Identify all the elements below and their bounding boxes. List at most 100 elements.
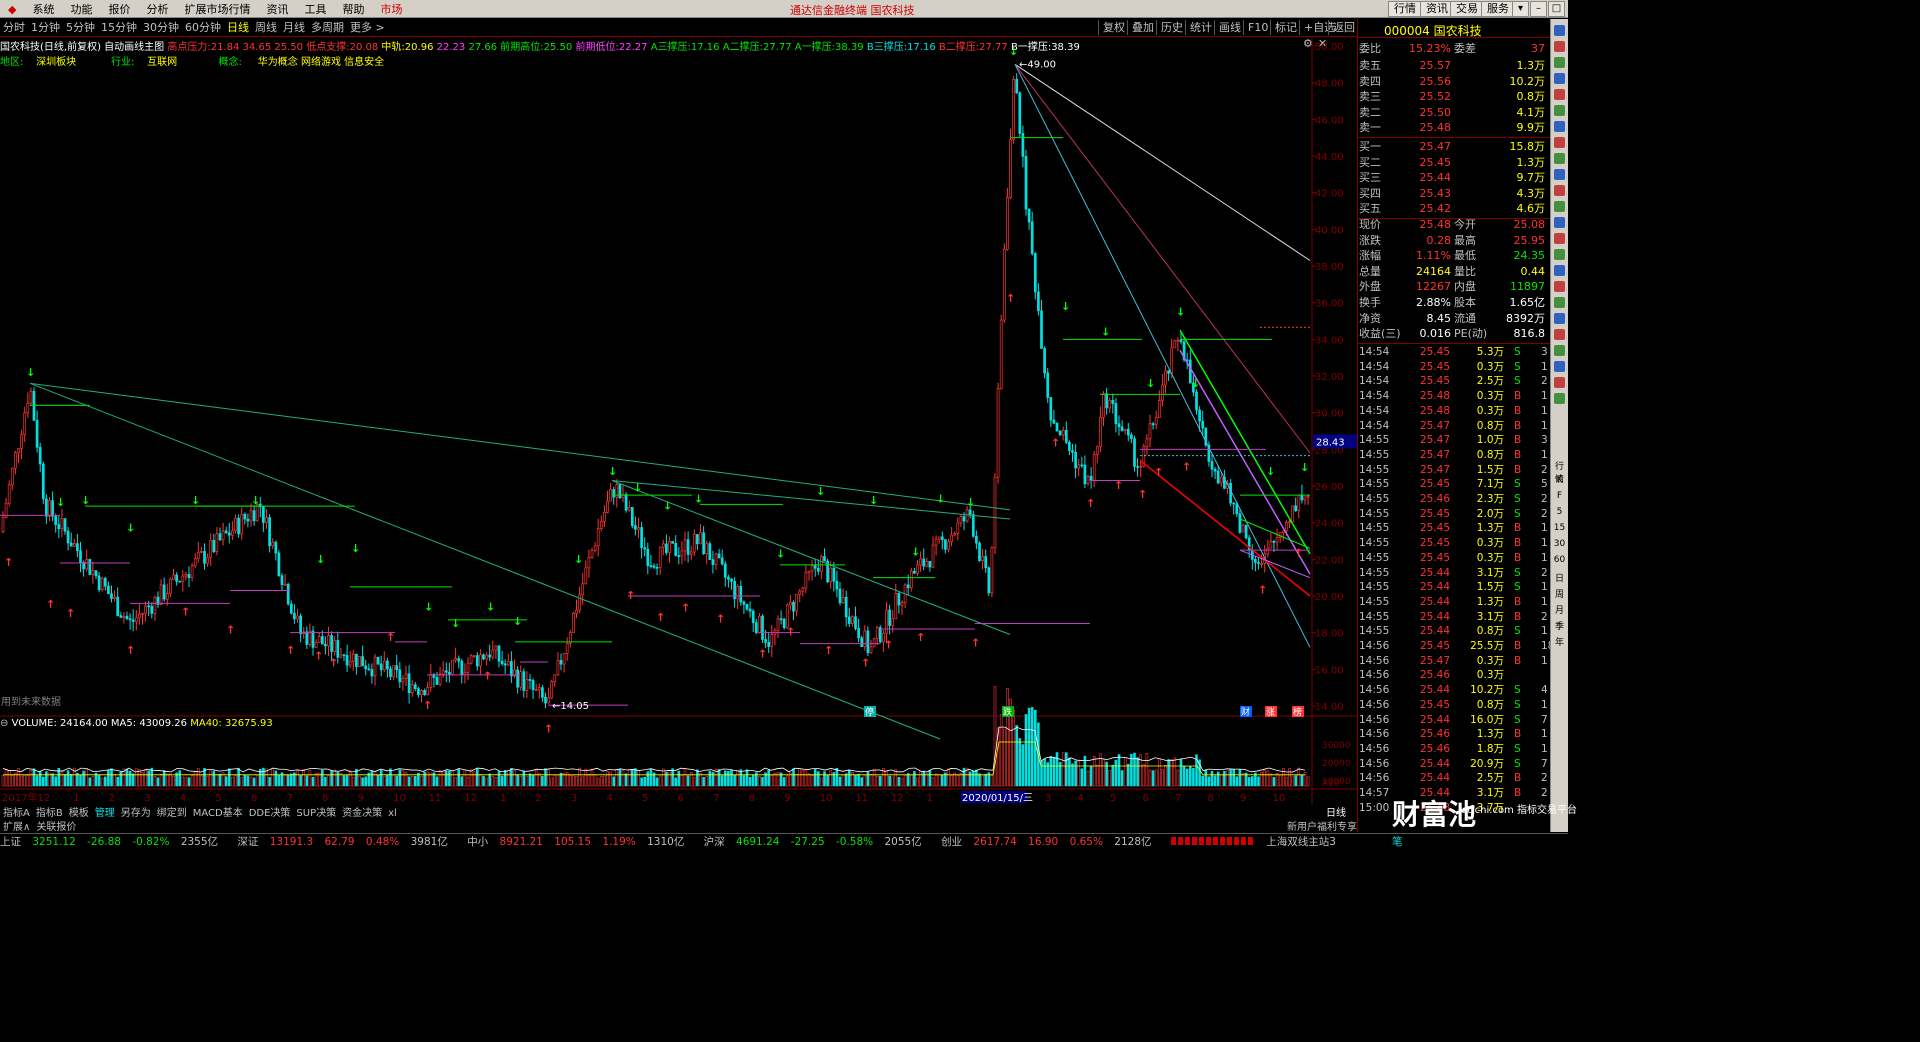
period-monthly[interactable]: 月线	[280, 19, 308, 37]
strip-tool-icon[interactable]	[1554, 121, 1565, 132]
server-name[interactable]: 上海双线主站3	[1266, 834, 1336, 850]
tab-save-as[interactable]: 另存为	[118, 804, 154, 819]
strip-tool-icon[interactable]	[1554, 73, 1565, 84]
strip-tool-icon[interactable]	[1554, 169, 1565, 180]
period-more[interactable]: 更多 >	[347, 19, 388, 37]
ask-row[interactable]: 卖一 25.48 9.9万	[1358, 120, 1551, 136]
strip-tool-icon[interactable]	[1554, 105, 1565, 116]
strip-tool-icon[interactable]	[1554, 201, 1565, 212]
period-60min[interactable]: 60分钟	[182, 19, 224, 37]
menu-item-quote[interactable]: 报价	[100, 0, 138, 17]
stats-button[interactable]: 统计	[1185, 20, 1216, 35]
ask-row[interactable]: 卖二 25.50 4.1万	[1358, 105, 1551, 121]
strip-tool-icon[interactable]	[1554, 217, 1565, 228]
tab-expand[interactable]: 扩展∧	[0, 822, 33, 833]
tab-related-quotes[interactable]: 关联报价	[33, 822, 79, 833]
strip-tool-icon[interactable]	[1554, 249, 1565, 260]
period-1min[interactable]: 1分钟	[28, 19, 63, 37]
bid-row[interactable]: 买一 25.47 15.8万	[1358, 139, 1551, 155]
ask-row[interactable]: 卖三 25.52 0.8万	[1358, 89, 1551, 105]
period-tag[interactable]: 日线	[1326, 804, 1346, 819]
period-daily[interactable]: 日线	[224, 19, 252, 37]
strip-tool-icon[interactable]	[1554, 361, 1565, 372]
minimize-icon[interactable]: –	[1530, 1, 1547, 17]
ask-row[interactable]: 卖四 25.56 10.2万	[1358, 74, 1551, 90]
strip-tool-icon[interactable]	[1554, 233, 1565, 244]
bid-row[interactable]: 买五 25.42 4.6万	[1358, 201, 1551, 217]
strip-tool-icon[interactable]	[1554, 57, 1565, 68]
maximize-icon[interactable]: □	[1548, 1, 1565, 17]
tab-indicator-b[interactable]: 指标B	[33, 804, 66, 819]
overlay-button[interactable]: 叠加	[1127, 20, 1158, 35]
tab-capital[interactable]: 资金决策	[339, 804, 385, 819]
strip-item[interactable]: 15	[1551, 523, 1568, 533]
strip-tool-icon[interactable]	[1554, 329, 1565, 340]
strip-tool-icon[interactable]	[1554, 377, 1565, 388]
menu-item-system[interactable]: 系统	[24, 0, 62, 17]
tab-manage[interactable]: 管理	[92, 804, 118, 819]
index-cy[interactable]: 创业 2617.74 16.90 0.65% 2128亿	[941, 834, 1159, 850]
strip-item[interactable]: 日	[1551, 571, 1568, 584]
tab-dde[interactable]: DDE决策	[246, 804, 294, 819]
app-logo-icon[interactable]: ◆	[0, 0, 24, 17]
back-button[interactable]: 返回	[1328, 20, 1359, 35]
strip-item[interactable]: K	[1551, 475, 1568, 485]
strip-tool-icon[interactable]	[1554, 137, 1565, 148]
strip-tool-icon[interactable]	[1554, 41, 1565, 52]
mark-button[interactable]: 标记	[1270, 20, 1301, 35]
strip-tool-icon[interactable]	[1554, 345, 1565, 356]
menu-item-tools[interactable]: 工具	[296, 0, 334, 17]
strip-item[interactable]: 60	[1551, 555, 1568, 565]
period-5min[interactable]: 5分钟	[63, 19, 98, 37]
index-zx[interactable]: 中小 8921.21 105.15 1.19% 1310亿	[467, 834, 692, 850]
fuquan-button[interactable]: 复权	[1098, 20, 1129, 35]
menu-item-ext-market[interactable]: 扩展市场行情	[176, 0, 258, 17]
ask-row[interactable]: 卖五 25.57 1.3万	[1358, 58, 1551, 74]
f10-button[interactable]: F10	[1243, 20, 1272, 35]
menu-item-market[interactable]: 市场	[372, 0, 410, 17]
strip-tool-icon[interactable]	[1554, 265, 1565, 276]
trade-button[interactable]: 交易	[1450, 1, 1484, 17]
period-30min[interactable]: 30分钟	[140, 19, 182, 37]
promo-link[interactable]: 新用户福利专享	[1287, 818, 1357, 833]
tab-indicator-a[interactable]: 指标A	[0, 804, 33, 819]
bid-row[interactable]: 买二 25.45 1.3万	[1358, 155, 1551, 171]
volume-toggle-icon[interactable]: ⊖	[0, 718, 8, 729]
kline-chart[interactable]: 50.00 48.00 46.00 44.00 42.00 40.00 38.00 36.00…	[0, 36, 1357, 804]
strip-tool-icon[interactable]	[1554, 153, 1565, 164]
strip-item[interactable]: 5	[1551, 507, 1568, 517]
strip-item[interactable]: 季	[1551, 619, 1568, 632]
bid-row[interactable]: 买三 25.44 9.7万	[1358, 170, 1551, 186]
history-button[interactable]: 历史	[1156, 20, 1187, 35]
strip-item[interactable]: 30	[1551, 539, 1568, 549]
strip-item[interactable]: 周	[1551, 587, 1568, 600]
period-multi[interactable]: 多周期	[308, 19, 347, 37]
tab-sup[interactable]: SUP决策	[293, 804, 339, 819]
index-sz[interactable]: 深证 13191.3 62.79 0.48% 3981亿	[237, 834, 455, 850]
menu-item-news[interactable]: 资讯	[258, 0, 296, 17]
period-minute[interactable]: 分时	[0, 19, 28, 37]
period-weekly[interactable]: 周线	[252, 19, 280, 37]
strip-tool-icon[interactable]	[1554, 297, 1565, 308]
strip-tool-icon[interactable]	[1554, 89, 1565, 100]
strip-tool-icon[interactable]	[1554, 25, 1565, 36]
tab-macd[interactable]: MACD基本	[190, 804, 246, 819]
strip-tool-icon[interactable]	[1554, 281, 1565, 292]
strip-tool-icon[interactable]	[1554, 185, 1565, 196]
menu-item-help[interactable]: 帮助	[334, 0, 372, 17]
index-sh[interactable]: 上证 3251.12 -26.88 -0.82% 2355亿	[0, 834, 226, 850]
bid-row[interactable]: 买四 25.43 4.3万	[1358, 186, 1551, 202]
period-15min[interactable]: 15分钟	[98, 19, 140, 37]
strip-item[interactable]: 月	[1551, 603, 1568, 616]
service-button[interactable]: 服务	[1481, 1, 1515, 17]
menu-item-analysis[interactable]: 分析	[138, 0, 176, 17]
tab-bind-to[interactable]: 绑定到	[154, 804, 190, 819]
tab-template[interactable]: 模板	[66, 804, 92, 819]
quote-button[interactable]: 行情	[1388, 1, 1422, 17]
draw-line-button[interactable]: 画线	[1214, 20, 1245, 35]
menu-item-function[interactable]: 功能	[62, 0, 100, 17]
strip-item[interactable]: 年	[1551, 635, 1568, 648]
strip-tool-icon[interactable]	[1554, 313, 1565, 324]
strip-item[interactable]: F	[1551, 491, 1568, 501]
settings-icon[interactable]: ▾	[1512, 1, 1529, 17]
